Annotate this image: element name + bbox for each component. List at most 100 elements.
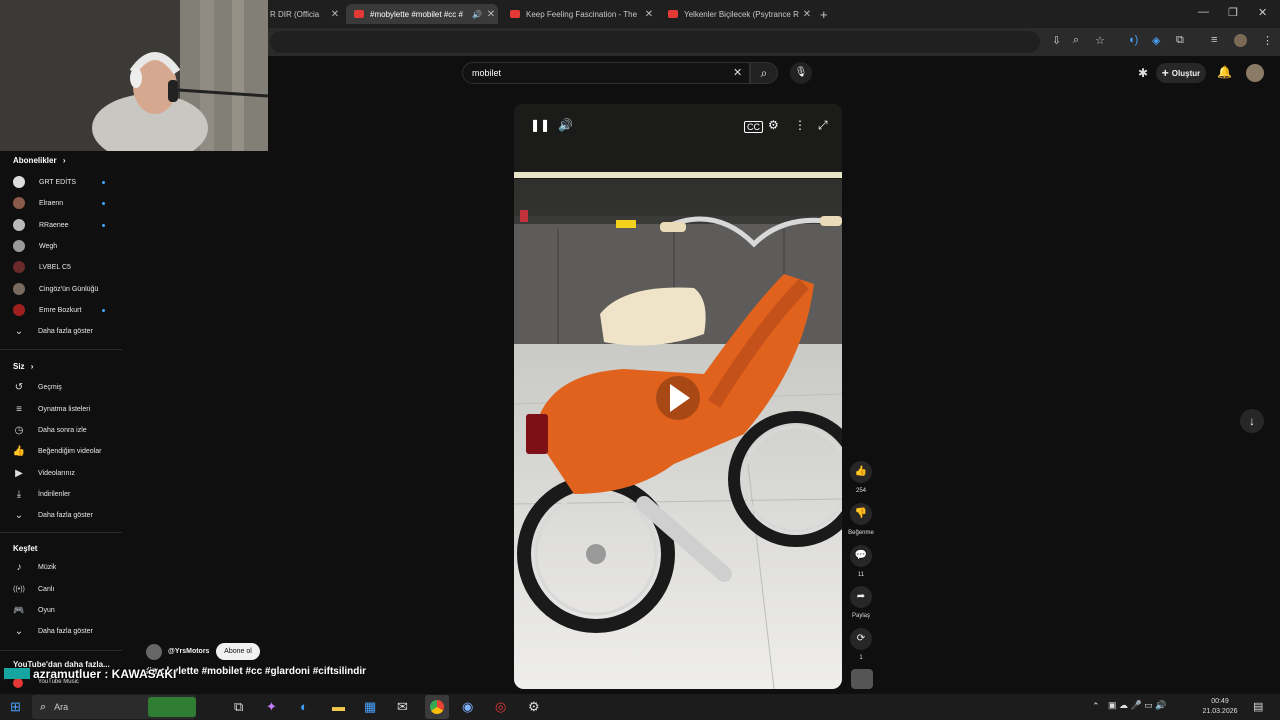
channel-avatar xyxy=(13,261,25,273)
arrow-down-icon: ↓ xyxy=(1249,414,1255,428)
taskbar-search-box[interactable]: ⌕ Ara xyxy=(32,695,196,719)
sidebar-item-your-videos[interactable]: ▶ Videolarınız xyxy=(0,463,122,483)
show-more-label: Daha fazla göster xyxy=(38,511,93,519)
sidebar-item-live[interactable]: ((•)) Canlı xyxy=(0,579,122,599)
subscribe-button[interactable]: Abone ol xyxy=(216,643,260,660)
sidebar-divider xyxy=(0,349,122,350)
sidebar-item-subscription[interactable]: Wegh xyxy=(0,236,122,256)
extension-audio-icon[interactable]: ◖) xyxy=(1128,34,1138,46)
cast-gear-icon[interactable]: ✱ xyxy=(1138,66,1148,80)
show-more-explore[interactable]: ⌄ Daha fazla göster xyxy=(0,621,122,641)
edge-browser-icon[interactable]: ◐ xyxy=(300,699,308,714)
taskbar-clock[interactable]: 00:49 21.03.2026 xyxy=(1196,697,1244,717)
next-video-button[interactable]: ↓ xyxy=(1240,409,1264,433)
notifications-bell-icon[interactable]: 🔔 xyxy=(1217,65,1232,79)
create-button[interactable]: + Oluştur xyxy=(1156,63,1206,83)
close-window-button[interactable]: ✕ xyxy=(1258,6,1267,19)
sidebar-item-subscription[interactable]: GRT EDİTS xyxy=(0,172,122,192)
channel-avatar xyxy=(13,176,25,188)
chrome-taskbar-button[interactable] xyxy=(425,695,449,719)
file-explorer-icon[interactable]: ▬ xyxy=(332,699,345,714)
webcam-image xyxy=(0,0,268,151)
you-heading[interactable]: Siz › xyxy=(13,362,33,371)
subscriptions-heading[interactable]: Abonelikler › xyxy=(13,156,65,165)
copilot-icon[interactable]: ✦ xyxy=(266,699,277,715)
voice-search-button[interactable]: 🎙 xyxy=(790,62,812,84)
clear-search-icon[interactable]: ✕ xyxy=(733,66,742,79)
browser-menu-icon[interactable]: ⋮ xyxy=(1262,34,1273,47)
mail-icon[interactable]: ✉ xyxy=(397,699,408,715)
tray-icons[interactable]: ▣ ☁ 🎤 ▭ 🔊 xyxy=(1108,700,1166,711)
sidebar-item-music[interactable]: ♪ Müzik xyxy=(0,557,122,577)
sidebar-item-watch-later[interactable]: ◷ Daha sonra izle xyxy=(0,420,122,440)
address-bar[interactable] xyxy=(270,31,1040,53)
speaker-icon[interactable]: 🔊 xyxy=(470,10,484,19)
minimize-button[interactable]: — xyxy=(1198,6,1209,18)
install-app-icon[interactable]: ⇩ xyxy=(1052,34,1061,47)
shorts-video-player[interactable] xyxy=(514,104,842,689)
tab-close-icon[interactable]: ✕ xyxy=(642,9,656,20)
browser-tab[interactable]: Keep Feeling Fascination - The ✕ xyxy=(502,4,656,24)
tab-close-icon[interactable]: ✕ xyxy=(800,9,814,20)
sidebar-item-subscription[interactable]: Elraenn xyxy=(0,193,122,213)
sidebar-item-subscription[interactable]: Emre Bozkurt xyxy=(0,300,122,320)
remix-button[interactable]: ⟳ xyxy=(850,628,872,650)
extension-shield-icon[interactable]: ◈ xyxy=(1152,34,1160,47)
search-input[interactable]: mobilet xyxy=(462,62,750,84)
channel-avatar[interactable] xyxy=(146,644,162,660)
volume-icon[interactable]: 🔊 xyxy=(558,118,573,132)
browser-tab-active[interactable]: #mobylette #mobilet #cc # 🔊 ✕ xyxy=(346,4,498,24)
sidebar-item-liked-videos[interactable]: 👍 Beğendiğim videolar xyxy=(0,441,122,461)
sidebar-item-subscription[interactable]: Cingöz'ün Günlüğü xyxy=(0,279,122,299)
sidebar-item-subscription[interactable]: RRaenee xyxy=(0,215,122,235)
pause-button[interactable]: ❚❚ xyxy=(530,118,550,132)
stream-chat-message: azramutluer : KAWASAKI xyxy=(33,667,177,681)
comment-count: 11 xyxy=(857,572,865,578)
sidebar-item-history[interactable]: ↺ Geçmiş xyxy=(0,377,122,397)
restore-button[interactable]: ❐ xyxy=(1228,6,1238,19)
comments-button[interactable]: 💬 xyxy=(850,545,872,567)
bookmark-star-icon[interactable]: ☆ xyxy=(1095,34,1105,47)
fullscreen-icon[interactable]: ⤢ xyxy=(818,118,828,133)
windows-start-icon[interactable]: ⊞ xyxy=(10,699,21,715)
account-avatar[interactable] xyxy=(1246,64,1264,82)
chevron-right-icon: › xyxy=(62,156,66,165)
new-tab-button[interactable]: + xyxy=(820,4,838,24)
captions-button[interactable]: CC xyxy=(744,121,763,133)
search-button[interactable]: ⌕ xyxy=(750,62,778,84)
share-button[interactable]: ➦ xyxy=(850,586,872,608)
notification-center-icon[interactable]: ▤ xyxy=(1253,700,1263,713)
settings-gear-icon[interactable]: ⚙ xyxy=(768,118,779,132)
share-label: Paylaş xyxy=(851,613,870,619)
obs-icon[interactable]: ◎ xyxy=(495,699,506,715)
media-control-icon[interactable]: ≡ xyxy=(1211,34,1217,46)
video-title[interactable]: #mobylette #mobilet #cc #glardoni #cifts… xyxy=(146,666,366,677)
sidebar-item-playlists[interactable]: ≡ Oynatma listeleri xyxy=(0,399,122,419)
sound-thumbnail[interactable] xyxy=(851,669,873,689)
chevron-up-icon[interactable]: ⌃ xyxy=(1092,701,1100,712)
task-view-icon[interactable]: ⧉ xyxy=(234,699,243,715)
extensions-puzzle-icon[interactable]: ⧉ xyxy=(1176,34,1184,47)
you-title: Siz xyxy=(13,362,25,371)
show-more-you[interactable]: ⌄ Daha fazla göster xyxy=(0,505,122,525)
more-options-icon[interactable]: ⋮ xyxy=(794,118,806,132)
dislike-label: Beğenme xyxy=(848,530,874,536)
like-button[interactable]: 👍 xyxy=(850,461,872,483)
steam-icon[interactable]: ◉ xyxy=(462,699,473,715)
sidebar-divider xyxy=(0,532,122,533)
store-icon[interactable]: ▦ xyxy=(364,699,376,715)
show-more-subscriptions[interactable]: ⌄ Daha fazla göster xyxy=(0,321,122,341)
browser-tab[interactable]: R DIR (Officia ✕ xyxy=(268,4,342,24)
sidebar-item-subscription[interactable]: LVBEL C5 xyxy=(0,257,122,277)
browser-tab[interactable]: Yelkenler Biçilecek (Psytrance R ✕ xyxy=(660,4,814,24)
settings-gear-icon[interactable]: ⚙ xyxy=(528,699,540,715)
tab-close-icon[interactable]: ✕ xyxy=(328,9,342,20)
channel-name[interactable]: @YrsMotors xyxy=(168,648,209,655)
zoom-icon[interactable]: ⌕ xyxy=(1073,34,1079,47)
tab-close-icon[interactable]: ✕ xyxy=(484,9,498,20)
profile-avatar[interactable] xyxy=(1234,34,1247,47)
remix-count: 1 xyxy=(859,655,863,661)
sidebar-item-downloads[interactable]: ⤓ İndirilenler xyxy=(0,484,122,504)
sidebar-item-gaming[interactable]: 🎮 Oyun xyxy=(0,600,122,620)
dislike-button[interactable]: 👎 xyxy=(850,503,872,525)
